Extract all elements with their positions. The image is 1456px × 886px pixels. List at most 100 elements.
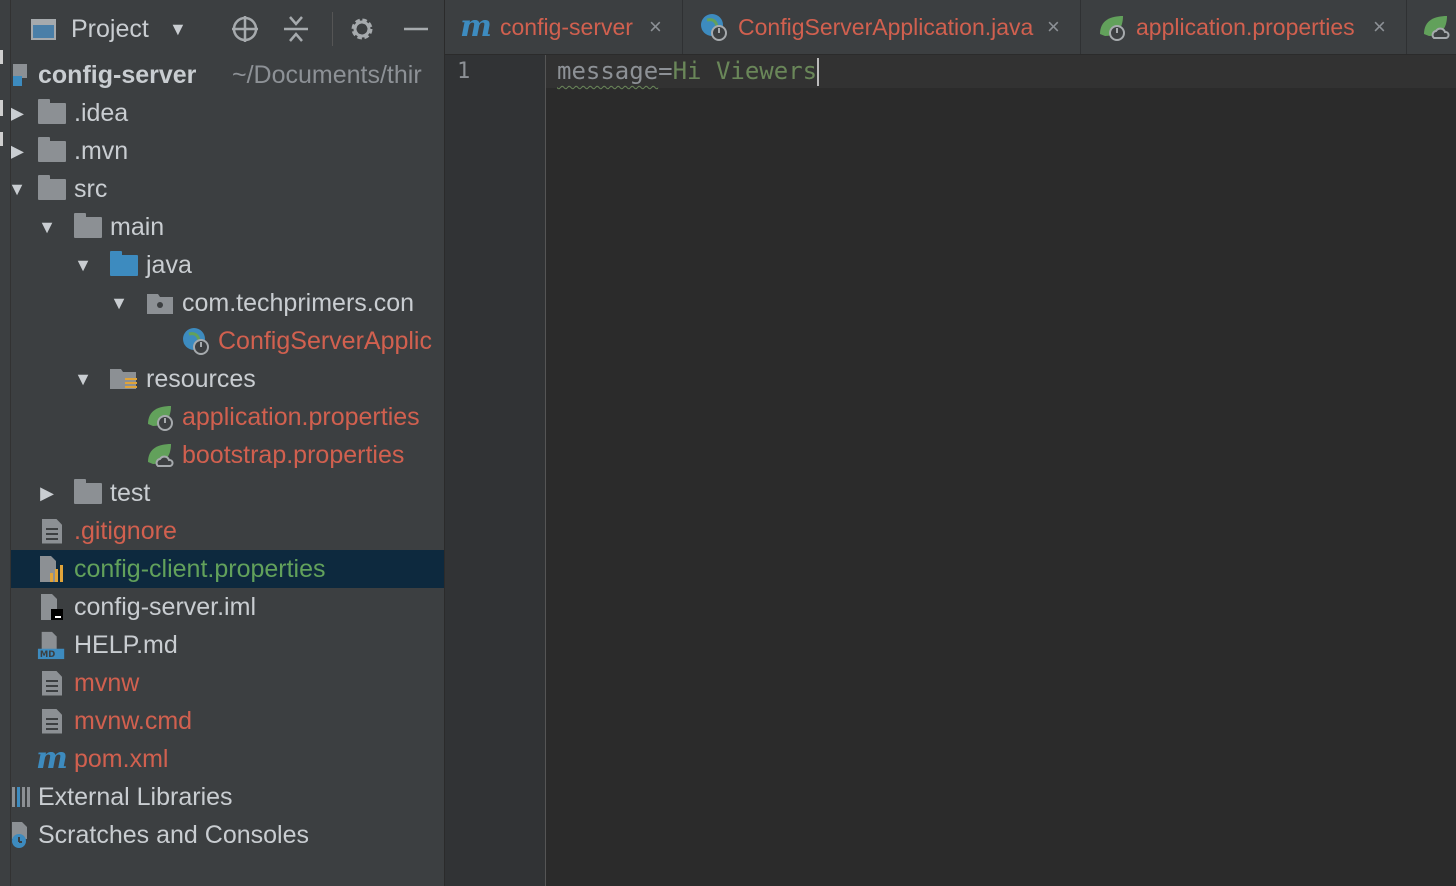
folder-icon [73, 478, 103, 507]
tree-label: External Libraries [38, 782, 233, 811]
tree-item-src[interactable]: ▼ src [11, 170, 444, 208]
locate-icon[interactable] [230, 0, 260, 58]
header-divider [332, 12, 333, 46]
tree-item-pom-xml[interactable]: m pom.xml [11, 740, 444, 778]
tree-item-mvn[interactable]: ▶ .mvn [11, 132, 444, 170]
spring-cloud-properties-icon [1421, 13, 1451, 41]
tree-root-path: ~/Documents/thir [232, 60, 422, 89]
gear-icon[interactable] [347, 0, 377, 58]
project-view-icon[interactable] [31, 0, 56, 58]
tree-item-config-client-properties[interactable]: config-client.properties [11, 550, 444, 588]
property-separator: = [658, 57, 673, 85]
tree-label: Scratches and Consoles [38, 820, 309, 849]
tree-item-resources[interactable]: ▼ resources [11, 360, 444, 398]
chevron-right-icon[interactable]: ▶ [11, 141, 27, 161]
tree-label: application.properties [182, 402, 420, 431]
text-caret [817, 58, 820, 86]
spring-boot-class-icon [699, 13, 729, 41]
tree-label: ConfigServerApplic [218, 326, 432, 355]
chevron-right-icon[interactable]: ▶ [37, 483, 57, 503]
tree-label: resources [146, 364, 256, 393]
tab-config-server[interactable]: m config-server × [445, 0, 683, 54]
source-folder-icon [109, 250, 139, 279]
tree-item-config-server-iml[interactable]: config-server.iml [11, 588, 444, 626]
tree-item-mvnw-cmd[interactable]: mvnw.cmd [11, 702, 444, 740]
tree-item-application-properties[interactable]: application.properties [11, 398, 444, 436]
folder-icon [37, 136, 67, 165]
project-panel: Project ▼ config-server ~/Documents/thir… [11, 0, 444, 886]
close-icon[interactable]: × [649, 14, 662, 40]
chevron-down-icon[interactable]: ▼ [109, 293, 129, 313]
collapse-all-icon[interactable] [281, 0, 311, 58]
module-file-icon [37, 593, 67, 621]
tree-item-java[interactable]: ▼ java [11, 246, 444, 284]
strip-marker [0, 132, 3, 146]
close-icon[interactable]: × [1047, 14, 1060, 40]
tree-item-gitignore[interactable]: .gitignore [11, 512, 444, 550]
close-icon[interactable]: × [1373, 14, 1386, 40]
module-folder-icon [11, 61, 35, 89]
tree-label: bootstrap.properties [182, 440, 405, 469]
tree-label: .idea [74, 98, 129, 127]
tree-label: com.techprimers.con [182, 288, 415, 317]
tab-overflow[interactable] [1407, 0, 1456, 54]
tree-label: mvnw [74, 668, 140, 697]
folder-icon [37, 98, 67, 127]
package-icon [145, 289, 175, 317]
tool-window-strip [0, 0, 11, 886]
resources-folder-icon [109, 365, 139, 393]
property-key: message [557, 57, 659, 85]
chevron-down-icon[interactable]: ▼ [73, 369, 93, 389]
text-file-icon [37, 669, 67, 697]
tab-application-properties[interactable]: application.properties × [1081, 0, 1407, 54]
tree-item-external-libraries[interactable]: External Libraries [11, 778, 444, 816]
tree-label: config-server.iml [74, 592, 256, 621]
project-panel-header: Project ▼ [11, 0, 444, 58]
tree-label: pom.xml [74, 744, 169, 773]
tree-item-scratches-and-consoles[interactable]: Scratches and Consoles [11, 816, 444, 854]
tree-label: mvnw.cmd [74, 706, 193, 735]
text-file-icon [37, 517, 67, 545]
tree-label: test [110, 478, 151, 507]
tab-config-server-application-java[interactable]: ConfigServerApplication.java × [683, 0, 1081, 54]
tree-item-help-md[interactable]: MD HELP.md [11, 626, 444, 664]
tree-label: .mvn [74, 136, 129, 165]
tree-item-main[interactable]: ▼ main [11, 208, 444, 246]
maven-icon: m [36, 741, 68, 776]
tree-item-package[interactable]: ▼ com.techprimers.con [11, 284, 444, 322]
tree-label: .gitignore [74, 516, 177, 545]
tree-item-idea[interactable]: ▶ .idea [11, 94, 444, 132]
tree-item-mvnw[interactable]: mvnw [11, 664, 444, 702]
tree-item-config-server-application[interactable]: ConfigServerApplic [11, 322, 444, 360]
chevron-down-icon[interactable]: ▼ [11, 179, 27, 199]
tab-label: ConfigServerApplication.java [738, 13, 1034, 40]
code-line[interactable]: message=Hi Viewers [557, 57, 820, 86]
scratches-icon [11, 821, 35, 849]
chevron-down-icon[interactable]: ▼ [37, 217, 57, 237]
chevron-right-icon[interactable]: ▶ [11, 103, 27, 123]
project-view-title[interactable]: Project [71, 0, 149, 58]
chevron-down-icon[interactable]: ▼ [73, 255, 93, 275]
tree-label: config-client.properties [74, 554, 326, 583]
spring-boot-class-icon [181, 327, 211, 355]
tree-item-bootstrap-properties[interactable]: bootstrap.properties [11, 436, 444, 474]
minimize-icon[interactable] [403, 0, 429, 58]
tree-label: main [110, 212, 165, 241]
tree-label: java [146, 250, 192, 279]
folder-icon [73, 212, 103, 241]
tree-item-test[interactable]: ▶ test [11, 474, 444, 512]
tree-label: HELP.md [74, 630, 178, 659]
code-editor[interactable]: 1 message=Hi Viewers [445, 55, 1456, 886]
line-gutter: 1 [445, 55, 546, 886]
strip-marker [0, 100, 3, 116]
editor-tab-bar: m config-server × ConfigServerApplicatio… [445, 0, 1456, 55]
svg-text:MD: MD [40, 649, 55, 659]
line-number: 1 [457, 59, 471, 84]
spring-properties-icon [1097, 13, 1127, 41]
tree-label: src [74, 174, 108, 203]
folder-icon [37, 174, 67, 203]
chevron-down-icon[interactable]: ▼ [169, 0, 187, 58]
tab-label: config-server [500, 13, 633, 40]
tree-root-config-server[interactable]: config-server ~/Documents/thir [11, 56, 444, 94]
tab-label: application.properties [1136, 13, 1355, 40]
